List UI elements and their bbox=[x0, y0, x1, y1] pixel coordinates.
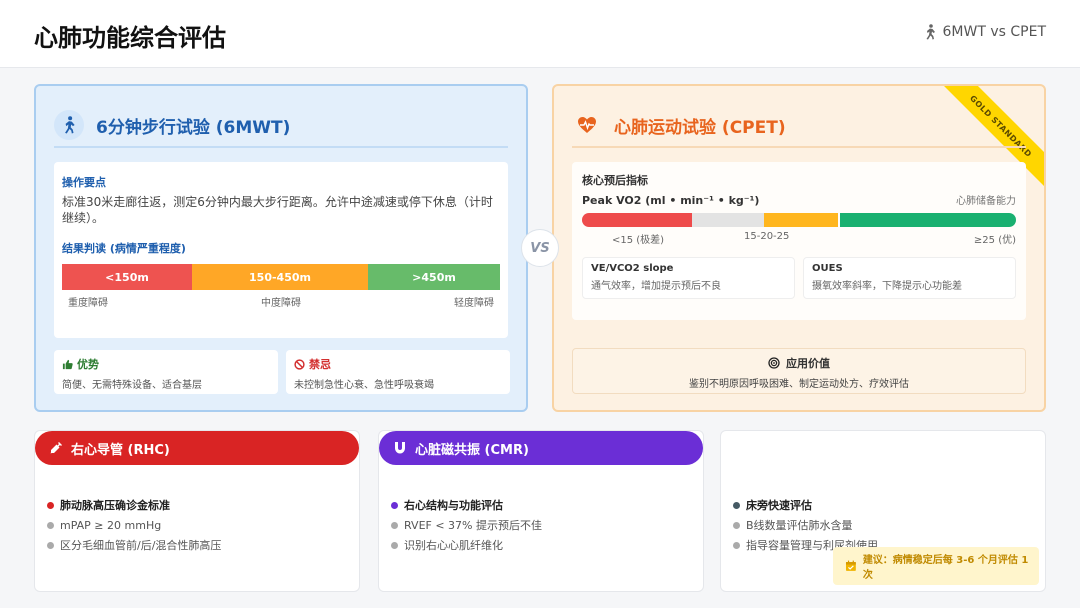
ve-vco2-desc: 通气效率，增加提示预后不良 bbox=[591, 281, 721, 292]
oues-title: OUES bbox=[812, 263, 843, 274]
scale-segment-gray bbox=[692, 213, 764, 227]
result-title: 结果判读 (病情严重程度) bbox=[62, 242, 186, 255]
cmr-list: 右心结构与功能评估 RVEF < 37% 提示预后不佳 识别右心心肌纤维化 bbox=[391, 495, 693, 555]
scale-label-poor: <15 (极差) bbox=[612, 235, 665, 246]
severity-label-mild: 轻度障碍 bbox=[454, 298, 494, 309]
walking-icon bbox=[54, 110, 84, 140]
suggestion-box: 建议：病情稳定后每 3-6 个月评估 1 次 bbox=[833, 547, 1039, 585]
cmr-title: 心脏磁共振 (CMR) bbox=[415, 442, 529, 458]
scale-label-mid: 15-20-25 bbox=[744, 231, 790, 242]
scale-segment-medium bbox=[764, 213, 838, 227]
list-item: B线数量评估肺水含量 bbox=[733, 515, 1035, 535]
cmr-card: 心脏磁共振 (CMR) 右心结构与功能评估 RVEF < 37% 提示预后不佳 … bbox=[378, 430, 704, 592]
peak-vo2-caption: 心肺储备能力 bbox=[956, 196, 1016, 207]
vs-badge: VS bbox=[521, 229, 559, 267]
rhc-title: 右心导管 (RHC) bbox=[71, 442, 170, 458]
cons-card: 禁忌 未控制急性心衰、急性呼吸衰竭 bbox=[286, 350, 510, 394]
peak-vo2-label: Peak VO2 (ml • min⁻¹ • kg⁻¹) bbox=[582, 194, 760, 207]
core-title: 核心预后指标 bbox=[582, 174, 648, 187]
cpet-details-card: 核心预后指标 Peak VO2 (ml • min⁻¹ • kg⁻¹) 心肺储备… bbox=[572, 162, 1026, 320]
pros-desc: 简便、无需特殊设备、适合基层 bbox=[62, 380, 202, 391]
list-item: 右心结构与功能评估 bbox=[391, 495, 693, 515]
severity-segment-moderate: 150-450m bbox=[192, 264, 368, 290]
ban-icon bbox=[294, 358, 305, 370]
cmr-header: 心脏磁共振 (CMR) bbox=[379, 431, 703, 465]
cpet-title: 心肺运动试验 (CPET) bbox=[614, 117, 786, 138]
sixmwt-details-card: 操作要点 标准30米走廊往返，测定6分钟内最大步行距离。允许中途减速或停下休息（… bbox=[54, 162, 508, 338]
cons-title: 禁忌 bbox=[309, 358, 331, 371]
header-tag: 6MWT vs CPET bbox=[923, 24, 1046, 40]
severity-segment-mild: >450m bbox=[368, 264, 500, 290]
ops-title: 操作要点 bbox=[62, 176, 106, 189]
walking-icon bbox=[926, 24, 935, 40]
severity-bar: <150m 150-450m >450m bbox=[62, 264, 500, 290]
severity-label-moderate: 中度障碍 bbox=[261, 298, 301, 309]
pros-title: 优势 bbox=[77, 358, 99, 371]
page-header: 心肺功能综合评估 6MWT vs CPET bbox=[0, 0, 1080, 68]
severity-labels: 重度障碍 中度障碍 轻度障碍 bbox=[62, 294, 500, 309]
bedside-list: 床旁快速评估 B线数量评估肺水含量 指导容量管理与利尿剂使用 bbox=[733, 495, 1035, 555]
peak-vo2-scale-bar bbox=[582, 213, 1016, 227]
ve-vco2-title: VE/VCO2 slope bbox=[591, 263, 674, 274]
cpet-header: 心肺运动试验 (CPET) bbox=[572, 104, 1026, 148]
cons-desc: 未控制急性心衰、急性呼吸衰竭 bbox=[294, 380, 434, 391]
cpet-panel: GOLD STANDARD 心肺运动试验 (CPET) 核心预后指标 Peak … bbox=[552, 84, 1046, 412]
list-item: 识别右心心肌纤维化 bbox=[391, 535, 693, 555]
peak-vo2-scale-labels: <15 (极差) 15-20-25 ≥25 (优) bbox=[582, 231, 1016, 246]
list-item: 肺动脉高压确诊金标准 bbox=[47, 495, 349, 515]
header-tag-text: 6MWT vs CPET bbox=[942, 24, 1046, 40]
magnet-icon bbox=[395, 442, 405, 454]
bedside-card: 床旁快速评估 B线数量评估肺水含量 指导容量管理与利尿剂使用 建议：病情稳定后每… bbox=[720, 430, 1046, 592]
oues-desc: 摄氧效率斜率，下降提示心功能差 bbox=[812, 281, 962, 292]
page-title: 心肺功能综合评估 bbox=[34, 24, 226, 52]
list-item: 区分毛细血管前/后/混合性肺高压 bbox=[47, 535, 349, 555]
list-item: mPAP ≥ 20 mmHg bbox=[47, 515, 349, 535]
severity-label-severe: 重度障碍 bbox=[68, 298, 108, 309]
scale-segment-poor bbox=[582, 213, 692, 227]
value-title: 应用价值 bbox=[786, 357, 830, 370]
list-item: RVEF < 37% 提示预后不佳 bbox=[391, 515, 693, 535]
rhc-card: 右心导管 (RHC) 肺动脉高压确诊金标准 mPAP ≥ 20 mmHg 区分毛… bbox=[34, 430, 360, 592]
value-desc: 鉴别不明原因呼吸困难、制定运动处方、疗效评估 bbox=[689, 379, 909, 390]
sixmwt-header: 6分钟步行试验 (6MWT) bbox=[54, 104, 508, 148]
rhc-list: 肺动脉高压确诊金标准 mPAP ≥ 20 mmHg 区分毛细血管前/后/混合性肺… bbox=[47, 495, 349, 555]
calendar-icon bbox=[845, 560, 856, 571]
sixmwt-title: 6分钟步行试验 (6MWT) bbox=[96, 117, 291, 138]
list-item: 床旁快速评估 bbox=[733, 495, 1035, 515]
ve-vco2-card: VE/VCO2 slope 通气效率，增加提示预后不良 bbox=[582, 257, 795, 299]
thumbs-up-icon bbox=[62, 359, 73, 369]
scale-label-good: ≥25 (优) bbox=[973, 235, 1016, 246]
rhc-header: 右心导管 (RHC) bbox=[35, 431, 359, 465]
sixmwt-panel: 6分钟步行试验 (6MWT) 操作要点 标准30米走廊往返，测定6分钟内最大步行… bbox=[34, 84, 528, 412]
suggestion-text: 建议：病情稳定后每 3-6 个月评估 1 次 bbox=[862, 555, 1029, 581]
syringe-icon bbox=[50, 442, 62, 454]
heartbeat-icon bbox=[572, 110, 602, 140]
severity-segment-severe: <150m bbox=[62, 264, 192, 290]
pros-card: 优势 简便、无需特殊设备、适合基层 bbox=[54, 350, 278, 394]
ops-desc: 标准30米走廊往返，测定6分钟内最大步行距离。允许中途减速或停下休息（计时继续）… bbox=[62, 195, 493, 225]
target-icon bbox=[768, 357, 780, 369]
application-value-box: 应用价值 鉴别不明原因呼吸困难、制定运动处方、疗效评估 bbox=[572, 348, 1026, 394]
scale-segment-good bbox=[840, 213, 1016, 227]
oues-card: OUES 摄氧效率斜率，下降提示心功能差 bbox=[803, 257, 1016, 299]
